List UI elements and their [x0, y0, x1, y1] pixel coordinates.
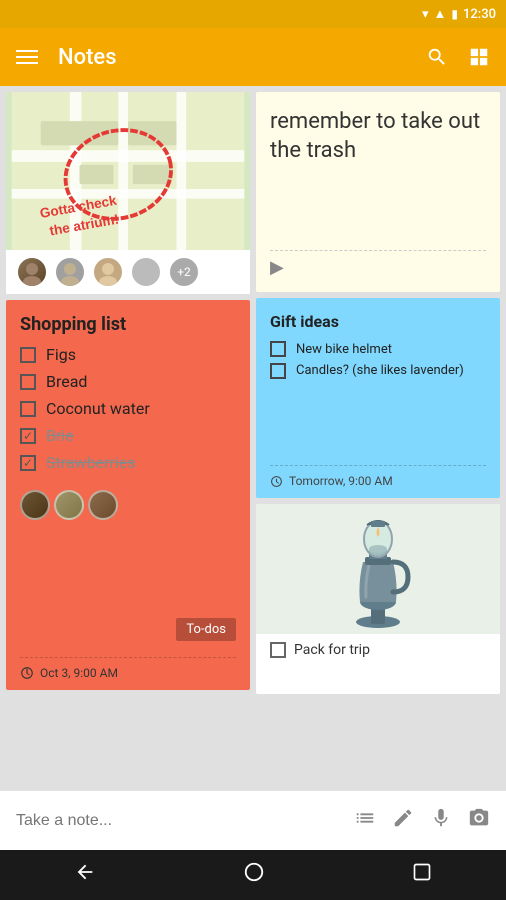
list-icon[interactable]: [354, 807, 376, 834]
trash-reminder-note[interactable]: remember to take out the trash ▶: [256, 92, 500, 292]
avatar-3: [92, 256, 124, 288]
list-item: New bike helmet: [270, 341, 486, 357]
checkbox-helmet[interactable]: [270, 341, 286, 357]
list-item: Figs: [20, 345, 236, 364]
lamp-note[interactable]: Pack for trip: [256, 504, 500, 694]
todos-badge: To-dos: [176, 618, 236, 641]
back-button[interactable]: [74, 861, 96, 889]
checkbox-pack[interactable]: [270, 642, 286, 658]
avatar-1: [16, 256, 48, 288]
shopping-list-avatars: [20, 490, 236, 520]
shopping-list-date: Oct 3, 9:00 AM: [20, 657, 236, 680]
list-item: Bread: [20, 372, 236, 391]
signal-icon: ▲: [434, 6, 447, 22]
checkbox-bread[interactable]: [20, 374, 36, 390]
home-button[interactable]: [243, 861, 265, 889]
notes-column-left: Gotta check the atrium! +2: [6, 92, 250, 694]
map-note-avatars: +2: [6, 250, 250, 294]
checkbox-coconut[interactable]: [20, 401, 36, 417]
mic-icon[interactable]: [430, 807, 452, 834]
avatar-s1: [20, 490, 50, 520]
checkbox-candles[interactable]: [270, 363, 286, 379]
trash-reminder-text: remember to take out the trash: [270, 108, 486, 242]
take-note-input[interactable]: [16, 812, 338, 830]
item-coconut-water: Coconut water: [46, 399, 150, 418]
item-strawberries: Strawberries: [46, 453, 136, 472]
search-button[interactable]: [426, 46, 448, 68]
yellow-note-footer: [270, 250, 486, 257]
notes-column-right: remember to take out the trash ▶ Gift id…: [256, 92, 500, 694]
item-candles: Candles? (she likes lavender): [296, 363, 464, 380]
gift-note-reminder: Tomorrow, 9:00 AM: [270, 465, 486, 488]
battery-icon: ▮: [451, 7, 458, 21]
item-bread: Bread: [46, 372, 87, 391]
status-bar: ▾ ▲ ▮ 12:30: [0, 0, 506, 28]
recent-apps-button[interactable]: [412, 862, 432, 888]
gift-ideas-note[interactable]: Gift ideas New bike helmet Candles? (she…: [256, 298, 500, 498]
map-image: Gotta check the atrium!: [6, 92, 250, 252]
lamp-note-text: Pack for trip: [294, 642, 370, 658]
shopping-list-note[interactable]: Shopping list Figs Bread Coconut water B…: [6, 300, 250, 690]
list-item: Candles? (she likes lavender): [270, 363, 486, 380]
pencil-icon[interactable]: [392, 807, 414, 834]
bottom-icons: [354, 807, 490, 834]
shopping-list-title: Shopping list: [20, 314, 236, 335]
play-button[interactable]: ▶: [270, 257, 486, 278]
item-helmet: New bike helmet: [296, 342, 392, 357]
list-item: Coconut water: [20, 399, 236, 418]
nav-bar: [0, 850, 506, 900]
checkbox-figs[interactable]: [20, 347, 36, 363]
avatar-s3: [88, 490, 118, 520]
avatar-2: [54, 256, 86, 288]
lamp-note-content: Pack for trip: [256, 634, 500, 666]
list-item: Brie: [20, 426, 236, 445]
app-bar-right: [426, 46, 490, 68]
app-bar-left: Notes: [16, 45, 117, 70]
notes-grid: Gotta check the atrium! +2: [0, 86, 506, 790]
list-item: Strawberries: [20, 453, 236, 472]
item-brie: Brie: [46, 426, 74, 445]
app-bar: Notes: [0, 28, 506, 86]
status-icons: ▾ ▲ ▮ 12:30: [422, 6, 496, 22]
avatar-s2: [54, 490, 84, 520]
camera-icon[interactable]: [468, 807, 490, 834]
reminder-text: Tomorrow, 9:00 AM: [289, 474, 393, 488]
checkbox-strawberries[interactable]: [20, 455, 36, 471]
menu-button[interactable]: [16, 50, 38, 64]
gift-ideas-title: Gift ideas: [270, 312, 486, 331]
shopping-list-date-text: Oct 3, 9:00 AM: [40, 666, 118, 680]
wifi-icon: ▾: [422, 7, 429, 22]
more-avatars-badge: +2: [168, 256, 200, 288]
lamp-image: [256, 504, 500, 634]
bottom-bar: [0, 790, 506, 850]
avatar-placeholder: [130, 256, 162, 288]
item-figs: Figs: [46, 345, 76, 364]
status-time: 12:30: [463, 7, 496, 22]
app-title: Notes: [58, 45, 117, 70]
map-note[interactable]: Gotta check the atrium! +2: [6, 92, 250, 294]
view-toggle-button[interactable]: [468, 46, 490, 68]
checkbox-brie[interactable]: [20, 428, 36, 444]
